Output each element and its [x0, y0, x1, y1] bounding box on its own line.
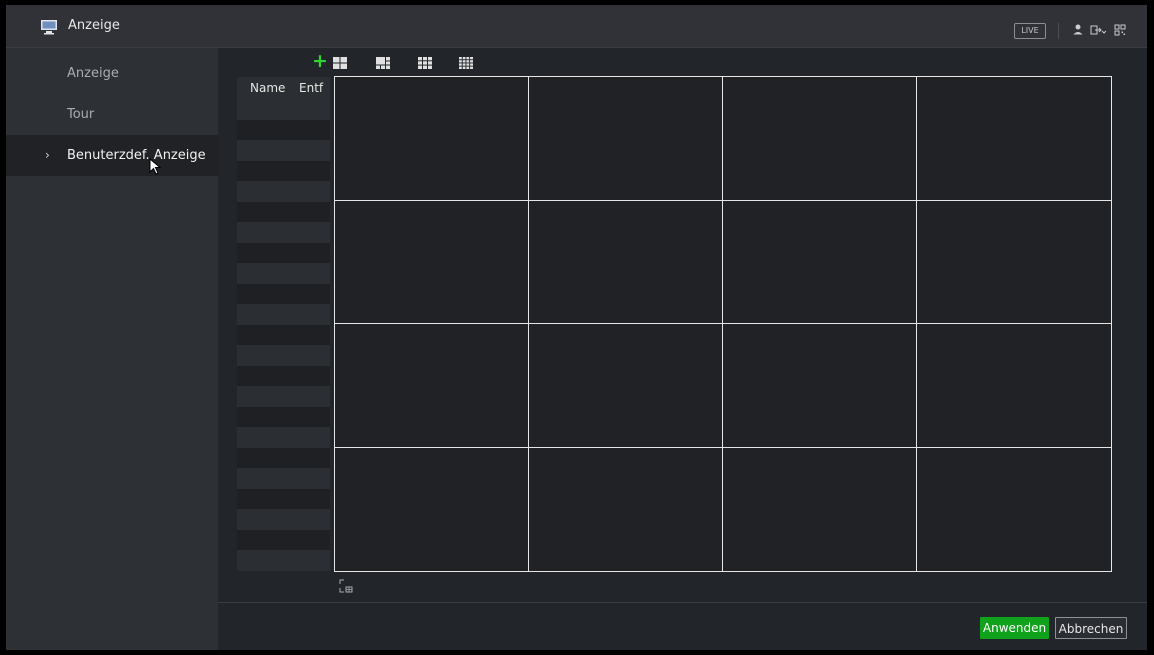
list-item[interactable]: [237, 468, 330, 489]
grid-cell[interactable]: [335, 77, 529, 201]
custom-layout-list: Name Entf: [237, 77, 330, 571]
chevron-right-icon: ›: [45, 148, 50, 162]
grid-cell[interactable]: [529, 200, 723, 324]
sidebar-item-anzeige[interactable]: Anzeige: [6, 53, 218, 94]
grid-cell[interactable]: [529, 324, 723, 448]
split-screen-grid[interactable]: [334, 76, 1112, 572]
mouse-cursor-icon: [149, 158, 162, 175]
list-item[interactable]: [237, 324, 330, 345]
grid-cell[interactable]: [723, 324, 917, 448]
sidebar: Anzeige Tour › Benuterzdef. Anzeige: [6, 48, 218, 650]
grid-cell[interactable]: [723, 447, 917, 571]
list-item[interactable]: [237, 509, 330, 530]
list-item[interactable]: [237, 140, 330, 161]
grid-cell[interactable]: [917, 448, 1111, 572]
grid-cell[interactable]: [723, 200, 917, 324]
list-item[interactable]: [237, 283, 330, 304]
list-item[interactable]: [237, 99, 330, 120]
main-window: Anzeige LIVE Anzeige Tour › Benuterzdef.…: [6, 5, 1147, 650]
plus-icon[interactable]: +: [312, 51, 328, 71]
grid-cell[interactable]: [917, 77, 1111, 201]
footer-divider: [218, 602, 1147, 603]
column-header-delete: Entf: [299, 81, 324, 95]
layout-4-icon[interactable]: [333, 57, 347, 69]
user-icon[interactable]: [1070, 22, 1086, 38]
list-item[interactable]: [237, 160, 330, 181]
grid-cell[interactable]: [917, 324, 1111, 448]
list-item[interactable]: [237, 529, 330, 550]
list-item[interactable]: [237, 386, 330, 407]
list-item[interactable]: [237, 447, 330, 468]
list-item[interactable]: [237, 488, 330, 509]
cancel-button[interactable]: Abbrechen: [1055, 617, 1127, 639]
list-item[interactable]: [237, 345, 330, 366]
grid-cell[interactable]: [723, 77, 917, 201]
list-header: Name Entf: [237, 77, 330, 99]
list-item[interactable]: [237, 550, 330, 571]
title-bar: Anzeige LIVE: [6, 5, 1147, 48]
sidebar-item-custom-display[interactable]: › Benuterzdef. Anzeige: [6, 135, 218, 176]
list-item[interactable]: [237, 201, 330, 222]
list-item[interactable]: [237, 242, 330, 263]
grid-cell[interactable]: [335, 200, 529, 324]
grid-cell[interactable]: [917, 201, 1111, 324]
grid-cell[interactable]: [529, 77, 723, 201]
list-item[interactable]: [237, 406, 330, 427]
sidebar-item-tour[interactable]: Tour: [6, 94, 218, 135]
list-item[interactable]: [237, 304, 330, 325]
list-item[interactable]: [237, 119, 330, 140]
list-item[interactable]: [237, 365, 330, 386]
list-item[interactable]: [237, 427, 330, 448]
live-button[interactable]: LIVE: [1014, 23, 1046, 39]
layout-16-icon[interactable]: [459, 57, 473, 69]
grid-cell[interactable]: [335, 447, 529, 571]
monitor-icon: [41, 20, 57, 35]
sidebar-item-label: Tour: [67, 107, 95, 122]
dropdown-arrow-icon[interactable]: [1101, 22, 1107, 38]
list-item[interactable]: [237, 181, 330, 202]
qr-code-icon[interactable]: [1112, 22, 1128, 38]
sidebar-item-label: Benuterzdef. Anzeige: [67, 148, 206, 163]
column-header-name: Name: [250, 81, 286, 95]
grid-cell[interactable]: [529, 447, 723, 571]
list-item[interactable]: [237, 222, 330, 243]
titlebar-divider: [1058, 23, 1059, 39]
sidebar-item-label: Anzeige: [67, 66, 119, 81]
app-title: Anzeige: [68, 18, 120, 33]
layout-9-icon[interactable]: [418, 57, 432, 69]
list-item[interactable]: [237, 263, 330, 284]
merge-cells-icon[interactable]: [338, 578, 354, 594]
grid-cell[interactable]: [335, 324, 529, 448]
apply-button[interactable]: Anwenden: [980, 617, 1049, 639]
layout-6-icon[interactable]: [376, 57, 390, 69]
